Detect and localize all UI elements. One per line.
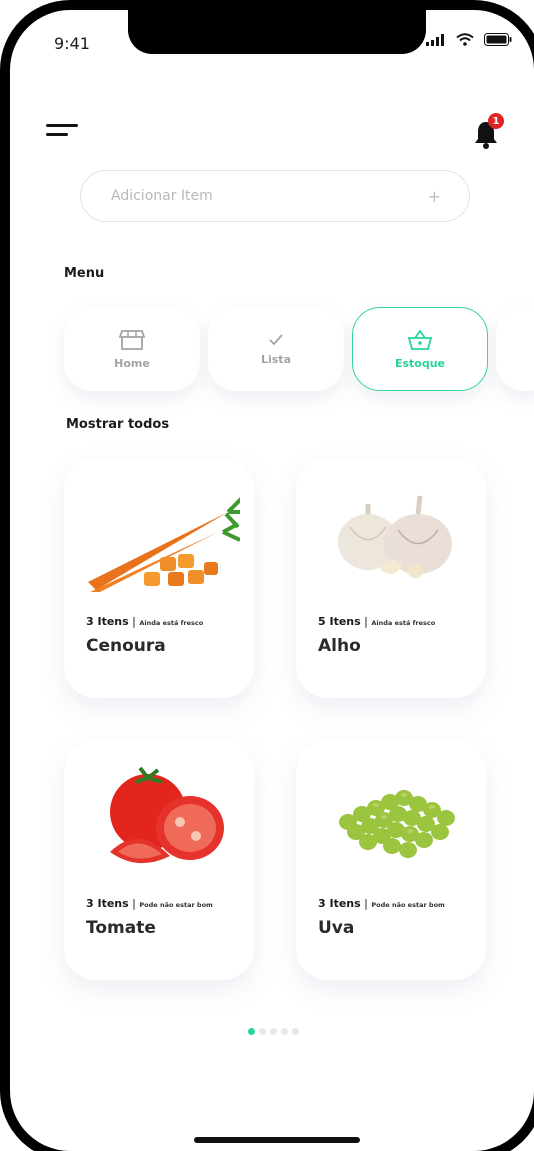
products-section-title: Mostrar todos [66, 417, 170, 432]
product-meta: 3 Itens | Ainda está fresco [86, 615, 204, 628]
status-icons [426, 33, 512, 46]
battery-icon [484, 33, 512, 46]
add-item-field[interactable]: + [80, 170, 470, 222]
store-icon [119, 329, 145, 350]
product-card-tomate[interactable]: 3 Itens | Pode não estar bom Tomate [64, 740, 254, 980]
carrot-image [88, 497, 240, 592]
page-dot-2[interactable] [259, 1028, 266, 1035]
page-dot-5[interactable] [292, 1028, 299, 1035]
garlic-image [338, 495, 452, 579]
pagination-dots [248, 1028, 299, 1035]
product-name: Tomate [86, 918, 156, 938]
product-card-uva[interactable]: 3 Itens | Pode não estar bom Uva [296, 740, 486, 980]
phone-screen: 9:41 1 + Menu [10, 10, 534, 1151]
wifi-icon [456, 33, 474, 46]
menu-item-home[interactable]: Home [64, 307, 200, 391]
add-item-button[interactable]: + [428, 187, 441, 206]
product-name: Uva [318, 918, 355, 938]
product-meta: 5 Itens | Ainda está fresco [318, 615, 436, 628]
product-name: Alho [318, 636, 361, 656]
menu-item-more[interactable] [496, 307, 534, 391]
product-status: Pode não estar bom [139, 901, 213, 909]
product-name: Cenoura [86, 636, 166, 656]
add-item-input[interactable] [109, 187, 428, 205]
tomato-image [110, 766, 224, 864]
signal-icon [426, 33, 444, 46]
checkmark-icon [269, 333, 283, 345]
menu-row: Home Lista Estoque [64, 307, 534, 393]
product-count: 3 Itens [86, 897, 129, 910]
product-count: 5 Itens [318, 615, 361, 628]
product-status: Pode não estar bom [371, 901, 445, 909]
menu-item-estoque[interactable]: Estoque [352, 307, 488, 391]
menu-item-label: Home [114, 356, 150, 370]
product-meta: 3 Itens | Pode não estar bom [86, 897, 213, 910]
page-dot-1[interactable] [248, 1028, 255, 1035]
notification-badge: 1 [488, 113, 504, 129]
product-count: 3 Itens [318, 897, 361, 910]
product-meta: 3 Itens | Pode não estar bom [318, 897, 445, 910]
page-dot-4[interactable] [281, 1028, 288, 1035]
product-count: 3 Itens [86, 615, 129, 628]
notifications-button[interactable]: 1 [472, 113, 506, 149]
device-notch [128, 10, 426, 54]
product-card-alho[interactable]: 5 Itens | Ainda está fresco Alho [296, 458, 486, 698]
menu-item-label: Lista [260, 352, 291, 366]
menu-item-label: Estoque [394, 356, 446, 370]
product-status: Ainda está fresco [139, 619, 204, 627]
menu-section-title: Menu [64, 266, 105, 281]
basket-icon [407, 328, 433, 350]
status-time: 9:41 [54, 34, 90, 53]
menu-item-lista[interactable]: Lista [208, 307, 344, 391]
hamburger-menu-icon[interactable] [46, 124, 80, 144]
home-indicator[interactable] [194, 1137, 360, 1143]
page-dot-3[interactable] [270, 1028, 277, 1035]
grapes-image [339, 790, 455, 858]
product-card-cenoura[interactable]: 3 Itens | Ainda está fresco Cenoura [64, 458, 254, 698]
product-status: Ainda está fresco [371, 619, 436, 627]
